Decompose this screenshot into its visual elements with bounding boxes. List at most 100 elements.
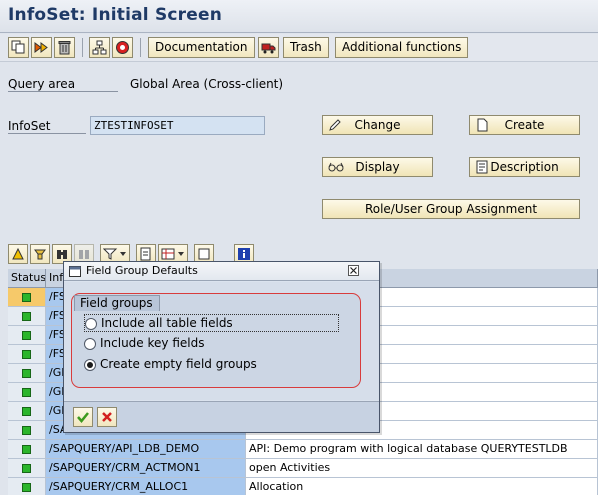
status-cell[interactable]: [8, 402, 46, 421]
pencil-icon: [329, 119, 341, 131]
new-document-icon: [477, 118, 488, 132]
description-cell[interactable]: API: Demo program with logical database …: [246, 440, 598, 459]
status-cell[interactable]: [8, 288, 46, 307]
description-cell[interactable]: Allocation: [246, 478, 598, 495]
status-cell[interactable]: [8, 440, 46, 459]
details-button[interactable]: [8, 244, 28, 264]
role-user-group-assignment-button[interactable]: Role/User Group Assignment: [322, 199, 580, 219]
dialog-window-icon: [69, 266, 81, 277]
sort-icon: [34, 249, 46, 260]
radio-button[interactable]: [85, 318, 97, 330]
transport-truck-icon: [261, 43, 276, 54]
close-icon: [350, 267, 357, 274]
option-include-key-fields[interactable]: Include key fields: [84, 335, 339, 353]
dialog-close-button[interactable]: [348, 265, 359, 276]
status-green-icon: [22, 407, 31, 416]
query-area-value: Global Area (Cross-client): [130, 77, 284, 91]
status-green-icon: [22, 426, 31, 435]
table-row[interactable]: /SAPQUERY/API_LDB_DEMO API: Demo program…: [8, 440, 598, 459]
generate-icon: [34, 42, 48, 53]
infoset-cell[interactable]: /SAPQUERY/CRM_ACTMON1: [46, 459, 246, 478]
display-button[interactable]: Display: [322, 157, 433, 177]
toolbar-separator: [82, 38, 83, 57]
page-title: InfoSet: Initial Screen: [8, 5, 223, 25]
table-row[interactable]: /SAPQUERY/CRM_ACTMON1 open Activities: [8, 459, 598, 478]
infoset-cell[interactable]: /SAPQUERY/CRM_ALLOC1: [46, 478, 246, 495]
documentation-button[interactable]: Documentation: [148, 37, 255, 58]
column-header-status[interactable]: Status: [8, 269, 46, 288]
dialog-body: Field groups Include all table fields In…: [64, 282, 379, 400]
additional-functions-button[interactable]: Additional functions: [335, 37, 469, 58]
trash-button[interactable]: Trash: [283, 37, 329, 58]
table-row[interactable]: /SAPQUERY/CRM_ALLOC1 Allocation: [8, 478, 598, 495]
status-cell[interactable]: [8, 459, 46, 478]
infoset-input[interactable]: ZTESTINFOSET: [90, 116, 265, 135]
option-create-empty-field-groups[interactable]: Create empty field groups: [84, 356, 339, 374]
description-button[interactable]: Description: [469, 157, 580, 177]
query-area-label: Query area: [8, 77, 118, 92]
status-cell[interactable]: [8, 421, 46, 440]
option-label: Create empty field groups: [100, 357, 257, 371]
option-include-all-table-fields[interactable]: Include all table fields: [84, 314, 339, 332]
hierarchy-icon: [92, 40, 107, 55]
cancel-x-icon: [102, 412, 112, 422]
info-icon: [238, 248, 250, 260]
description-icon: [476, 160, 488, 174]
copy-button[interactable]: [8, 37, 29, 58]
filter-icon: [103, 248, 126, 260]
checkmark-icon: [77, 412, 89, 423]
delete-button[interactable]: [54, 37, 75, 58]
field-group-defaults-dialog: Field Group Defaults Field groups Includ…: [63, 261, 380, 433]
change-button[interactable]: Change: [322, 115, 433, 135]
radio-button[interactable]: [84, 338, 96, 350]
delete-icon: [58, 41, 71, 55]
option-label: Include all table fields: [101, 316, 233, 330]
change-label: Change: [354, 118, 401, 132]
status-green-icon: [22, 331, 31, 340]
hierarchy-button[interactable]: [89, 37, 110, 58]
infoset-label: InfoSet: [8, 119, 86, 134]
status-green-icon: [22, 483, 31, 492]
status-cell[interactable]: [8, 478, 46, 495]
status-green-icon: [22, 388, 31, 397]
print-preview-icon: [140, 247, 151, 261]
application-toolbar: Documentation Trash Additional functions: [0, 34, 598, 62]
role-icon: [116, 41, 129, 54]
display-label: Display: [355, 160, 400, 174]
title-bar: InfoSet: Initial Screen: [0, 0, 598, 33]
role-button[interactable]: [112, 37, 133, 58]
status-cell[interactable]: [8, 383, 46, 402]
copy-icon: [11, 40, 25, 54]
radio-button-selected[interactable]: [84, 359, 96, 371]
confirm-button[interactable]: [73, 407, 93, 427]
generate-button[interactable]: [31, 37, 52, 58]
field-groups-title: Field groups: [74, 295, 160, 311]
status-cell[interactable]: [8, 364, 46, 383]
binoculars-icon: [57, 250, 67, 259]
find-next-icon: [79, 250, 89, 259]
create-label: Create: [504, 118, 545, 132]
dialog-title-bar[interactable]: Field Group Defaults: [64, 262, 379, 281]
details-icon: [12, 247, 24, 260]
dialog-footer: [64, 401, 379, 432]
status-green-icon: [22, 293, 31, 302]
create-button[interactable]: Create: [469, 115, 580, 135]
transport-button[interactable]: [258, 37, 279, 58]
field-groups-box: Field groups Include all table fields In…: [71, 293, 361, 388]
status-green-icon: [22, 312, 31, 321]
option-label: Include key fields: [100, 336, 205, 350]
layout-icon: [161, 248, 184, 260]
status-green-icon: [22, 350, 31, 359]
status-cell[interactable]: [8, 307, 46, 326]
status-cell[interactable]: [8, 326, 46, 345]
glasses-icon: [328, 162, 344, 172]
cancel-button[interactable]: [97, 407, 117, 427]
status-cell[interactable]: [8, 345, 46, 364]
status-green-icon: [22, 445, 31, 454]
dialog-title: Field Group Defaults: [86, 264, 198, 277]
description-cell[interactable]: open Activities: [246, 459, 598, 478]
toolbar-separator: [140, 38, 141, 57]
infoset-cell[interactable]: /SAPQUERY/API_LDB_DEMO: [46, 440, 246, 459]
sort-button[interactable]: [30, 244, 50, 264]
description-label: Description: [490, 160, 559, 174]
